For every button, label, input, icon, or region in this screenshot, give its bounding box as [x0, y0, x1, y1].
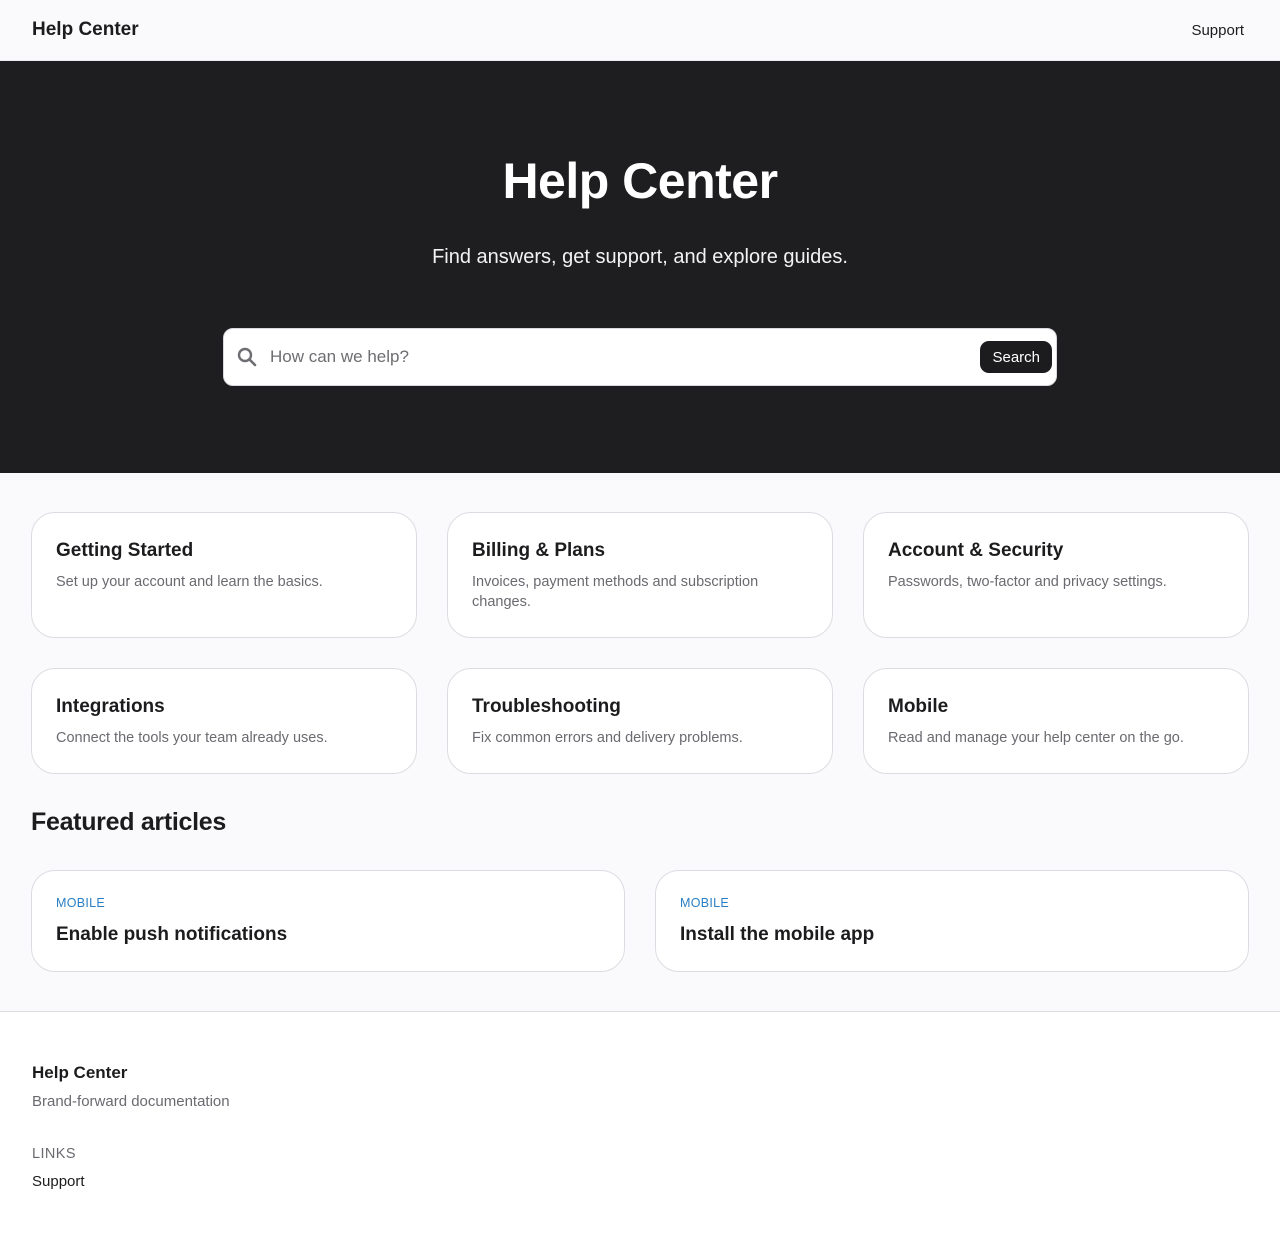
category-title: Billing & Plans: [472, 540, 606, 561]
category-description: Set up your account and learn the basics…: [56, 574, 323, 590]
hero-title: Help Center: [502, 153, 778, 209]
category-description: Fix common errors and delivery problems.: [472, 730, 743, 746]
hero-subtitle: Find answers, get support, and explore g…: [432, 246, 848, 268]
search-input[interactable]: [270, 347, 981, 367]
category-description: Read and manage your help center on the …: [888, 730, 1184, 746]
article-title: Enable push notifications: [56, 924, 288, 945]
brand-logo-text[interactable]: Help Center: [32, 19, 139, 41]
category-title: Troubleshooting: [472, 696, 621, 717]
category-title: Account & Security: [888, 540, 1064, 561]
article-card-enable-push-notifications[interactable]: MOBILE Enable push notifications: [31, 870, 625, 972]
article-category-tag: MOBILE: [56, 896, 106, 910]
category-card-troubleshooting[interactable]: Troubleshooting Fix common errors and de…: [447, 668, 833, 774]
category-card-integrations[interactable]: Integrations Connect the tools your team…: [31, 668, 417, 774]
category-title: Getting Started: [56, 540, 194, 561]
featured-articles-grid: MOBILE Enable push notifications MOBILE …: [31, 870, 1249, 972]
search-icon: [236, 346, 258, 368]
category-card-mobile[interactable]: Mobile Read and manage your help center …: [863, 668, 1249, 774]
featured-articles-heading: Featured articles: [31, 808, 226, 836]
category-card-account-security[interactable]: Account & Security Passwords, two-factor…: [863, 512, 1249, 638]
category-card-billing-plans[interactable]: Billing & Plans Invoices, payment method…: [447, 512, 833, 638]
category-description: Passwords, two-factor and privacy settin…: [888, 574, 1167, 590]
category-title: Integrations: [56, 696, 165, 717]
category-title: Mobile: [888, 696, 949, 717]
article-card-install-mobile-app[interactable]: MOBILE Install the mobile app: [655, 870, 1249, 972]
search-bar: Search: [223, 328, 1057, 386]
category-card-getting-started[interactable]: Getting Started Set up your account and …: [31, 512, 417, 638]
article-title: Install the mobile app: [680, 924, 875, 945]
footer-brand: Help Center: [32, 1063, 128, 1082]
article-category-tag: MOBILE: [680, 896, 730, 910]
nav-link-support[interactable]: Support: [1191, 22, 1244, 39]
hero-section: Help Center Find answers, get support, a…: [0, 61, 1280, 473]
footer-tagline: Brand-forward documentation: [32, 1093, 230, 1110]
footer-link-support[interactable]: Support: [32, 1172, 85, 1192]
category-description: Invoices, payment methods and subscripti…: [472, 574, 759, 610]
category-description: Connect the tools your team already uses…: [56, 730, 328, 746]
search-button[interactable]: Search: [980, 341, 1052, 373]
top-navbar: Help Center Support: [0, 0, 1280, 61]
site-footer: Help Center Brand-forward documentation …: [0, 1011, 1280, 1238]
category-grid: Getting Started Set up your account and …: [31, 512, 1249, 774]
main-content: Getting Started Set up your account and …: [0, 473, 1280, 972]
footer-links-heading: LINKS: [32, 1146, 76, 1162]
